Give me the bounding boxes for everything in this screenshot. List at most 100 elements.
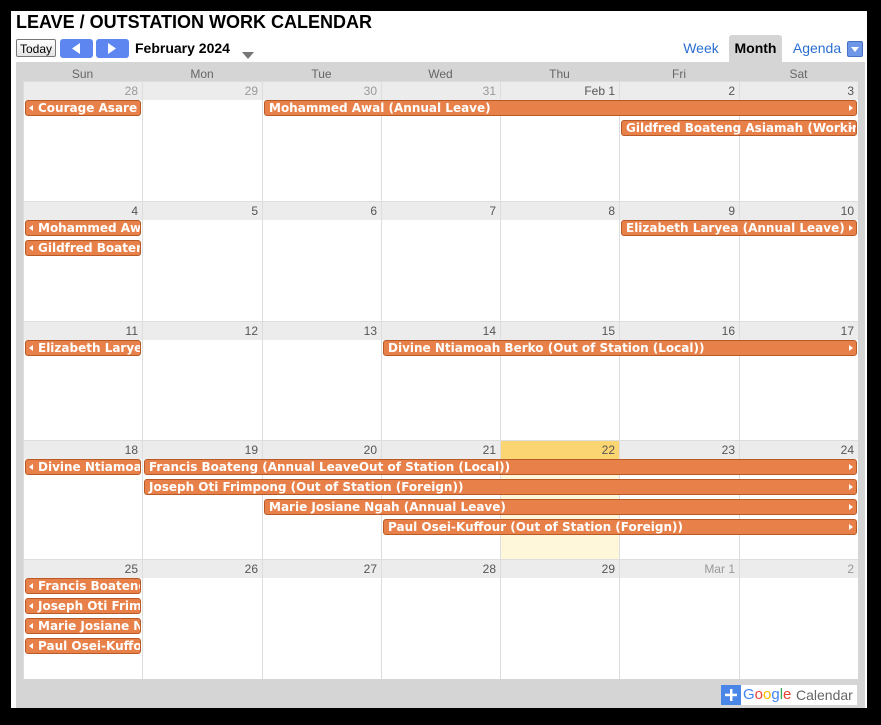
event-chip[interactable]: Francis Boateng (Annual LeaveOut of Stat… — [144, 459, 857, 475]
next-month-button[interactable] — [96, 39, 129, 58]
event-chip[interactable]: Joseph Oti Frimpong (Out of Station (For… — [144, 479, 857, 495]
day-cell[interactable]: 18 — [23, 440, 142, 559]
day-header: 20 — [263, 441, 381, 459]
day-number[interactable]: 4 — [131, 204, 138, 218]
event-chip[interactable]: Mohammed Awal (Annual Leave) — [264, 100, 857, 116]
day-cell[interactable]: 2 — [739, 559, 858, 679]
day-number[interactable]: 20 — [364, 443, 377, 457]
day-cell[interactable]: 7 — [381, 201, 500, 321]
day-cell[interactable]: 16 — [619, 321, 739, 440]
event-chip[interactable]: Divine Ntiamoah Berko (Out of Station (L… — [383, 340, 857, 356]
day-cell[interactable]: 9 — [619, 201, 739, 321]
agenda-dropdown-button[interactable] — [847, 41, 863, 57]
day-cell[interactable]: 30 — [262, 81, 381, 201]
tab-month[interactable]: Month — [729, 35, 782, 62]
day-cell[interactable]: 3 — [739, 81, 858, 201]
day-number[interactable]: 31 — [483, 84, 496, 98]
google-calendar-badge[interactable]: Google Calendar — [721, 685, 857, 705]
day-cell[interactable]: 26 — [142, 559, 262, 679]
tab-week[interactable]: Week — [676, 35, 726, 62]
day-number[interactable]: 26 — [245, 562, 258, 576]
day-cell[interactable]: 27 — [262, 559, 381, 679]
event-chip[interactable]: Joseph Oti Frimpong (Out of Station (For… — [25, 598, 141, 614]
day-number[interactable]: 15 — [602, 324, 615, 338]
day-number[interactable]: 5 — [251, 204, 258, 218]
day-number[interactable]: 2 — [728, 84, 735, 98]
day-number[interactable]: 24 — [841, 443, 854, 457]
day-number[interactable]: Feb 1 — [584, 84, 615, 98]
day-number[interactable]: 10 — [841, 204, 854, 218]
day-number[interactable]: 2 — [847, 562, 854, 576]
day-cell[interactable]: Mar 1 — [619, 559, 739, 679]
day-number[interactable]: 18 — [125, 443, 138, 457]
prev-month-button[interactable] — [60, 39, 93, 58]
day-number[interactable]: 11 — [126, 324, 138, 338]
day-cell[interactable]: 11 — [23, 321, 142, 440]
event-chip[interactable]: Paul Osei-Kuffour (Out of Station (Forei… — [25, 638, 141, 654]
day-number[interactable]: 28 — [125, 84, 138, 98]
day-header: 26 — [143, 560, 262, 578]
day-cell[interactable]: 12 — [142, 321, 262, 440]
day-cell[interactable]: 5 — [142, 201, 262, 321]
day-cell[interactable]: 28 — [23, 81, 142, 201]
day-cell[interactable]: 29 — [142, 81, 262, 201]
month-grid: 28293031Feb 123Courage Asare (Annual Lea… — [23, 81, 858, 679]
day-cell[interactable]: 17 — [739, 321, 858, 440]
day-header: 23 — [620, 441, 739, 459]
event-chip[interactable]: Paul Osei-Kuffour (Out of Station (Forei… — [383, 519, 857, 535]
day-number[interactable]: 25 — [125, 562, 138, 576]
continued-left-icon — [29, 464, 33, 470]
day-number[interactable]: 14 — [483, 324, 496, 338]
event-chip[interactable]: Elizabeth Laryea (Annual Leave) — [25, 340, 141, 356]
day-number[interactable]: 3 — [847, 84, 854, 98]
day-number[interactable]: 7 — [489, 204, 496, 218]
day-header: 16 — [620, 322, 739, 340]
arrow-left-icon — [72, 43, 80, 54]
event-chip[interactable]: Gildfred Boateng Asiamah (Working from h… — [25, 240, 141, 256]
continued-right-icon — [849, 504, 853, 510]
event-chip[interactable]: Divine Ntiamoah Berko (Out of Station (L… — [25, 459, 141, 475]
day-number[interactable]: 12 — [245, 324, 258, 338]
day-number[interactable]: 17 — [841, 324, 854, 338]
event-chip[interactable]: Courage Asare (Annual Leave) — [25, 100, 141, 116]
day-cell[interactable]: 29 — [500, 559, 619, 679]
day-number[interactable]: 27 — [364, 562, 377, 576]
day-cell[interactable]: Feb 1 — [500, 81, 619, 201]
day-number[interactable]: 13 — [364, 324, 377, 338]
day-number[interactable]: 6 — [370, 204, 377, 218]
day-number[interactable]: 22 — [602, 443, 615, 457]
event-chip[interactable]: Marie Josiane Ngah (Annual Leave) — [264, 499, 857, 515]
event-title: Francis Boateng (Annual LeaveOut of Stat… — [149, 460, 511, 474]
day-number[interactable]: 30 — [364, 84, 377, 98]
event-chip[interactable]: Francis Boateng (Annual LeaveOut of Stat… — [25, 578, 141, 594]
event-chip[interactable]: Gildfred Boateng Asiamah (Working from h… — [621, 120, 857, 136]
day-cell[interactable]: 15 — [500, 321, 619, 440]
day-number[interactable]: 19 — [245, 443, 258, 457]
day-cell[interactable]: 19 — [142, 440, 262, 559]
tab-agenda[interactable]: Agenda — [788, 35, 846, 62]
day-cell[interactable]: 10 — [739, 201, 858, 321]
today-button[interactable]: Today — [16, 39, 56, 57]
day-number[interactable]: 21 — [483, 443, 496, 457]
event-chip[interactable]: Marie Josiane Ngah (Annual Leave) — [25, 618, 141, 634]
day-number[interactable]: 28 — [483, 562, 496, 576]
day-number[interactable]: 16 — [722, 324, 735, 338]
day-cell[interactable]: 14 — [381, 321, 500, 440]
day-number[interactable]: 29 — [245, 84, 258, 98]
day-cell[interactable]: 13 — [262, 321, 381, 440]
day-cell[interactable]: 4 — [23, 201, 142, 321]
day-cell[interactable]: 6 — [262, 201, 381, 321]
day-cell[interactable]: 31 — [381, 81, 500, 201]
day-number[interactable]: 8 — [608, 204, 615, 218]
event-title: Francis Boateng (Annual LeaveOut of Stat… — [38, 579, 140, 593]
event-chip[interactable]: Mohammed Awal (Annual Leave) — [25, 220, 141, 236]
day-number[interactable]: 9 — [728, 204, 735, 218]
day-cell[interactable]: 8 — [500, 201, 619, 321]
day-cell[interactable]: 2 — [619, 81, 739, 201]
day-number[interactable]: Mar 1 — [704, 562, 735, 576]
day-cell[interactable]: 28 — [381, 559, 500, 679]
day-number[interactable]: 29 — [602, 562, 615, 576]
day-number[interactable]: 23 — [722, 443, 735, 457]
event-chip[interactable]: Elizabeth Laryea (Annual Leave) — [621, 220, 857, 236]
continued-right-icon — [849, 464, 853, 470]
